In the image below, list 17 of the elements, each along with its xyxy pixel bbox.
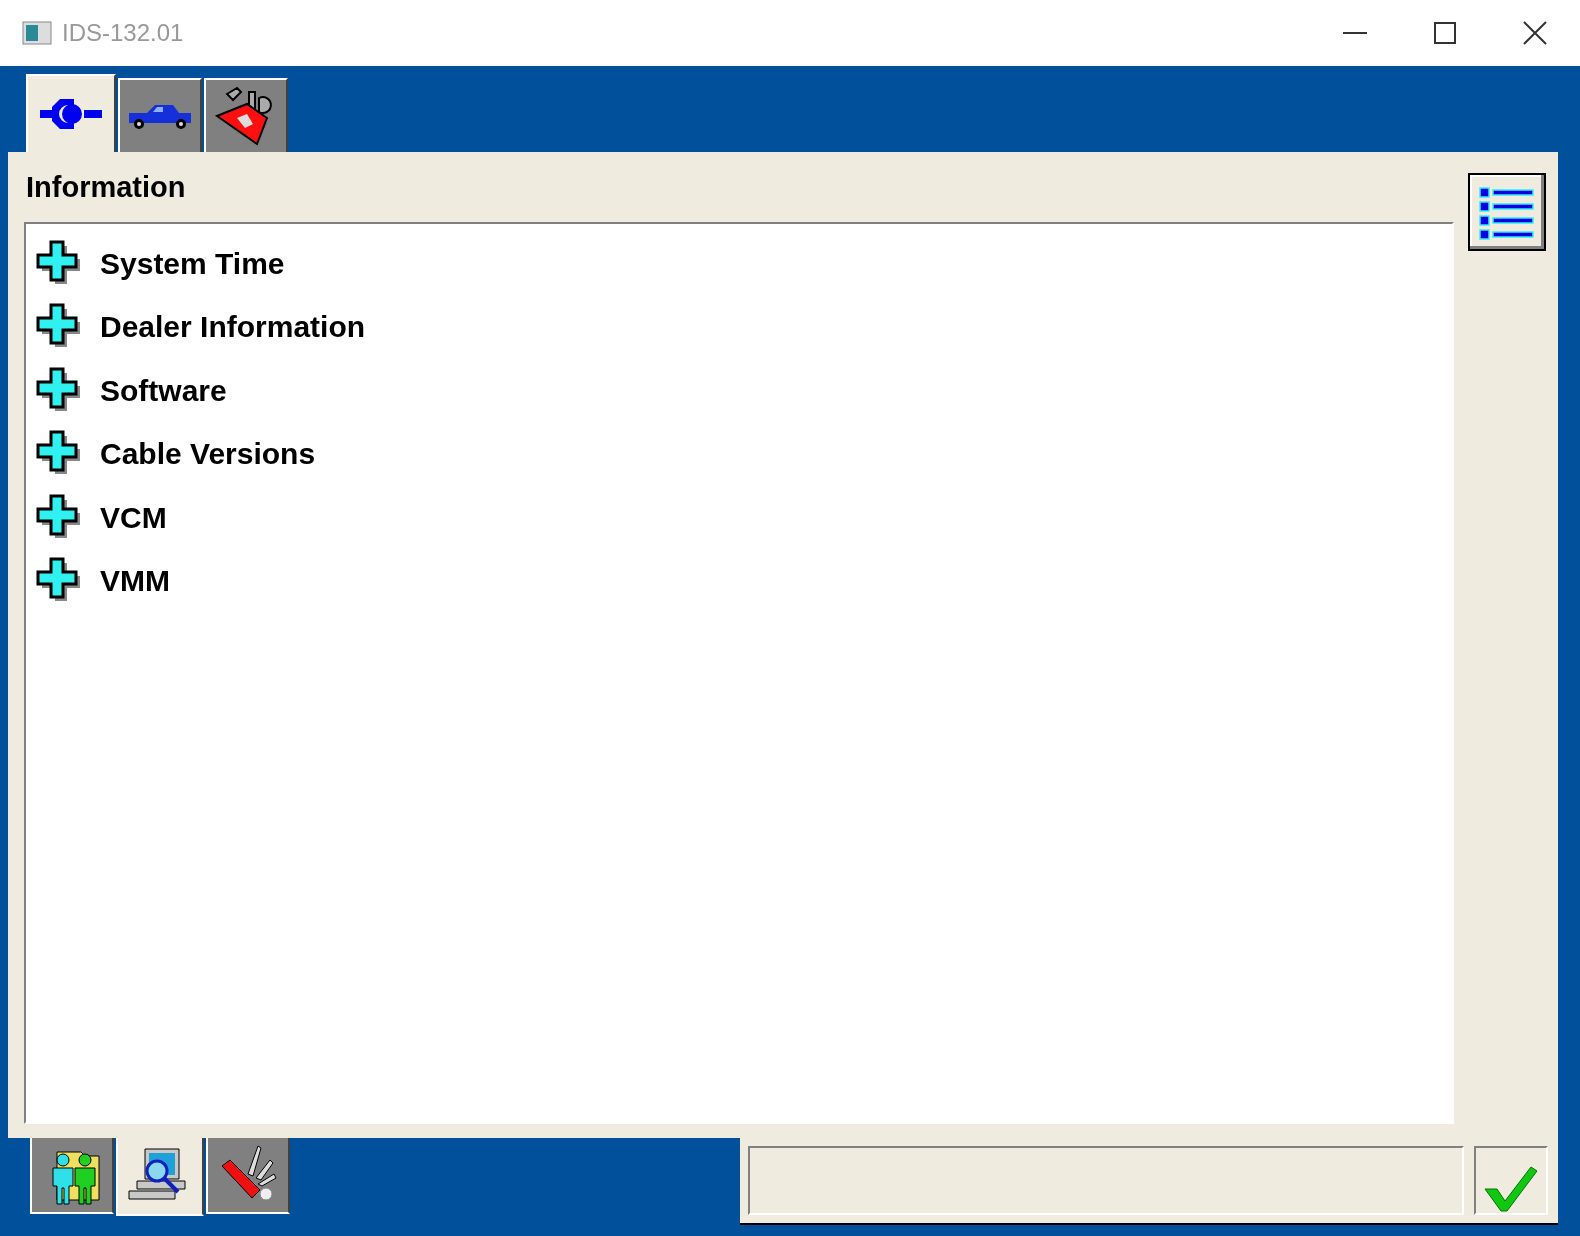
panel-title: Information <box>26 170 187 205</box>
window-title: IDS-132.01 <box>62 19 185 47</box>
close-icon[interactable] <box>1523 21 1547 45</box>
tree-item-label[interactable]: System Time <box>100 246 285 281</box>
tree-item-label[interactable]: VCM <box>100 500 167 535</box>
maximize-icon[interactable] <box>1434 22 1456 44</box>
tree-item-label[interactable]: Software <box>100 373 227 408</box>
app-icon <box>22 21 52 45</box>
tab[interactable] <box>116 1138 204 1216</box>
ok-button[interactable] <box>1474 1146 1548 1215</box>
tab[interactable] <box>30 1138 114 1214</box>
tree-item-label[interactable]: VMM <box>100 564 170 599</box>
tree-item-label[interactable]: Cable Versions <box>100 437 316 472</box>
tree-item-label[interactable]: Dealer Information <box>100 310 366 345</box>
tab[interactable] <box>206 1138 290 1214</box>
list-view-button[interactable] <box>1468 173 1546 251</box>
list-icon <box>1477 184 1537 240</box>
